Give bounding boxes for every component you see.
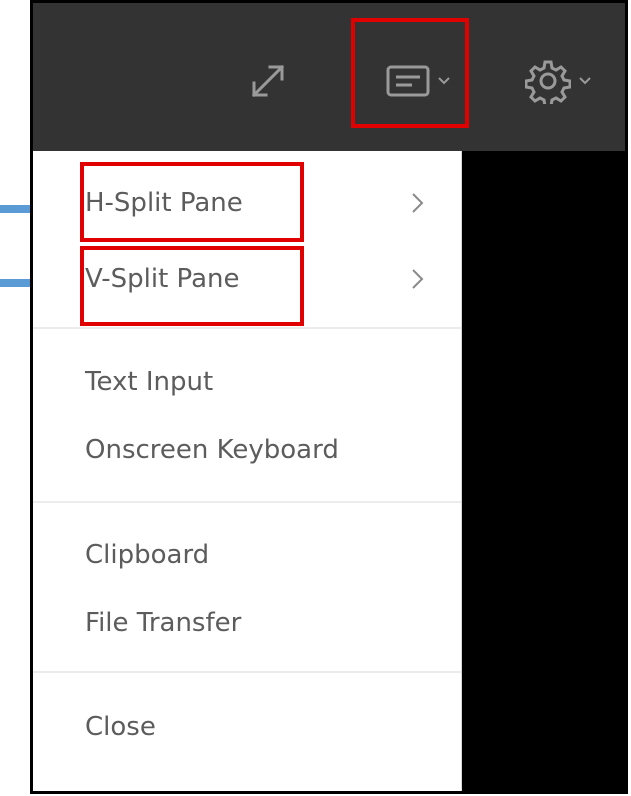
settings-button[interactable] — [513, 41, 603, 121]
menu-item-text-input[interactable]: Text Input — [85, 354, 445, 410]
chevron-right-icon — [412, 269, 424, 289]
session-toolbar — [33, 3, 625, 151]
menu-item-close[interactable]: Close — [85, 699, 445, 755]
remote-session-window: H-Split Pane V-Split Pane Text Input Ons… — [30, 0, 628, 794]
settings-gear-icon — [525, 60, 571, 104]
menu-item-file-transfer[interactable]: File Transfer — [85, 595, 445, 651]
menu-item-clipboard[interactable]: Clipboard — [85, 527, 445, 583]
menu-item-label: Clipboard — [85, 540, 210, 570]
menu-item-label: Text Input — [85, 367, 214, 397]
menu-divider — [33, 501, 461, 503]
menu-divider — [33, 671, 461, 673]
chevron-right-icon — [412, 193, 424, 213]
menu-item-label: Onscreen Keyboard — [85, 435, 339, 465]
expand-icon — [251, 64, 285, 98]
highlight-v-split-pane — [80, 246, 304, 326]
chevron-down-icon — [579, 77, 591, 85]
session-dropdown-menu: H-Split Pane V-Split Pane Text Input Ons… — [33, 151, 462, 791]
menu-item-label: Close — [85, 712, 156, 742]
menu-divider — [33, 327, 461, 329]
fullscreen-button[interactable] — [238, 51, 298, 111]
highlight-menu-button — [351, 18, 469, 128]
menu-item-onscreen-keyboard[interactable]: Onscreen Keyboard — [85, 422, 445, 478]
menu-item-label: File Transfer — [85, 608, 242, 638]
highlight-h-split-pane — [80, 162, 304, 242]
